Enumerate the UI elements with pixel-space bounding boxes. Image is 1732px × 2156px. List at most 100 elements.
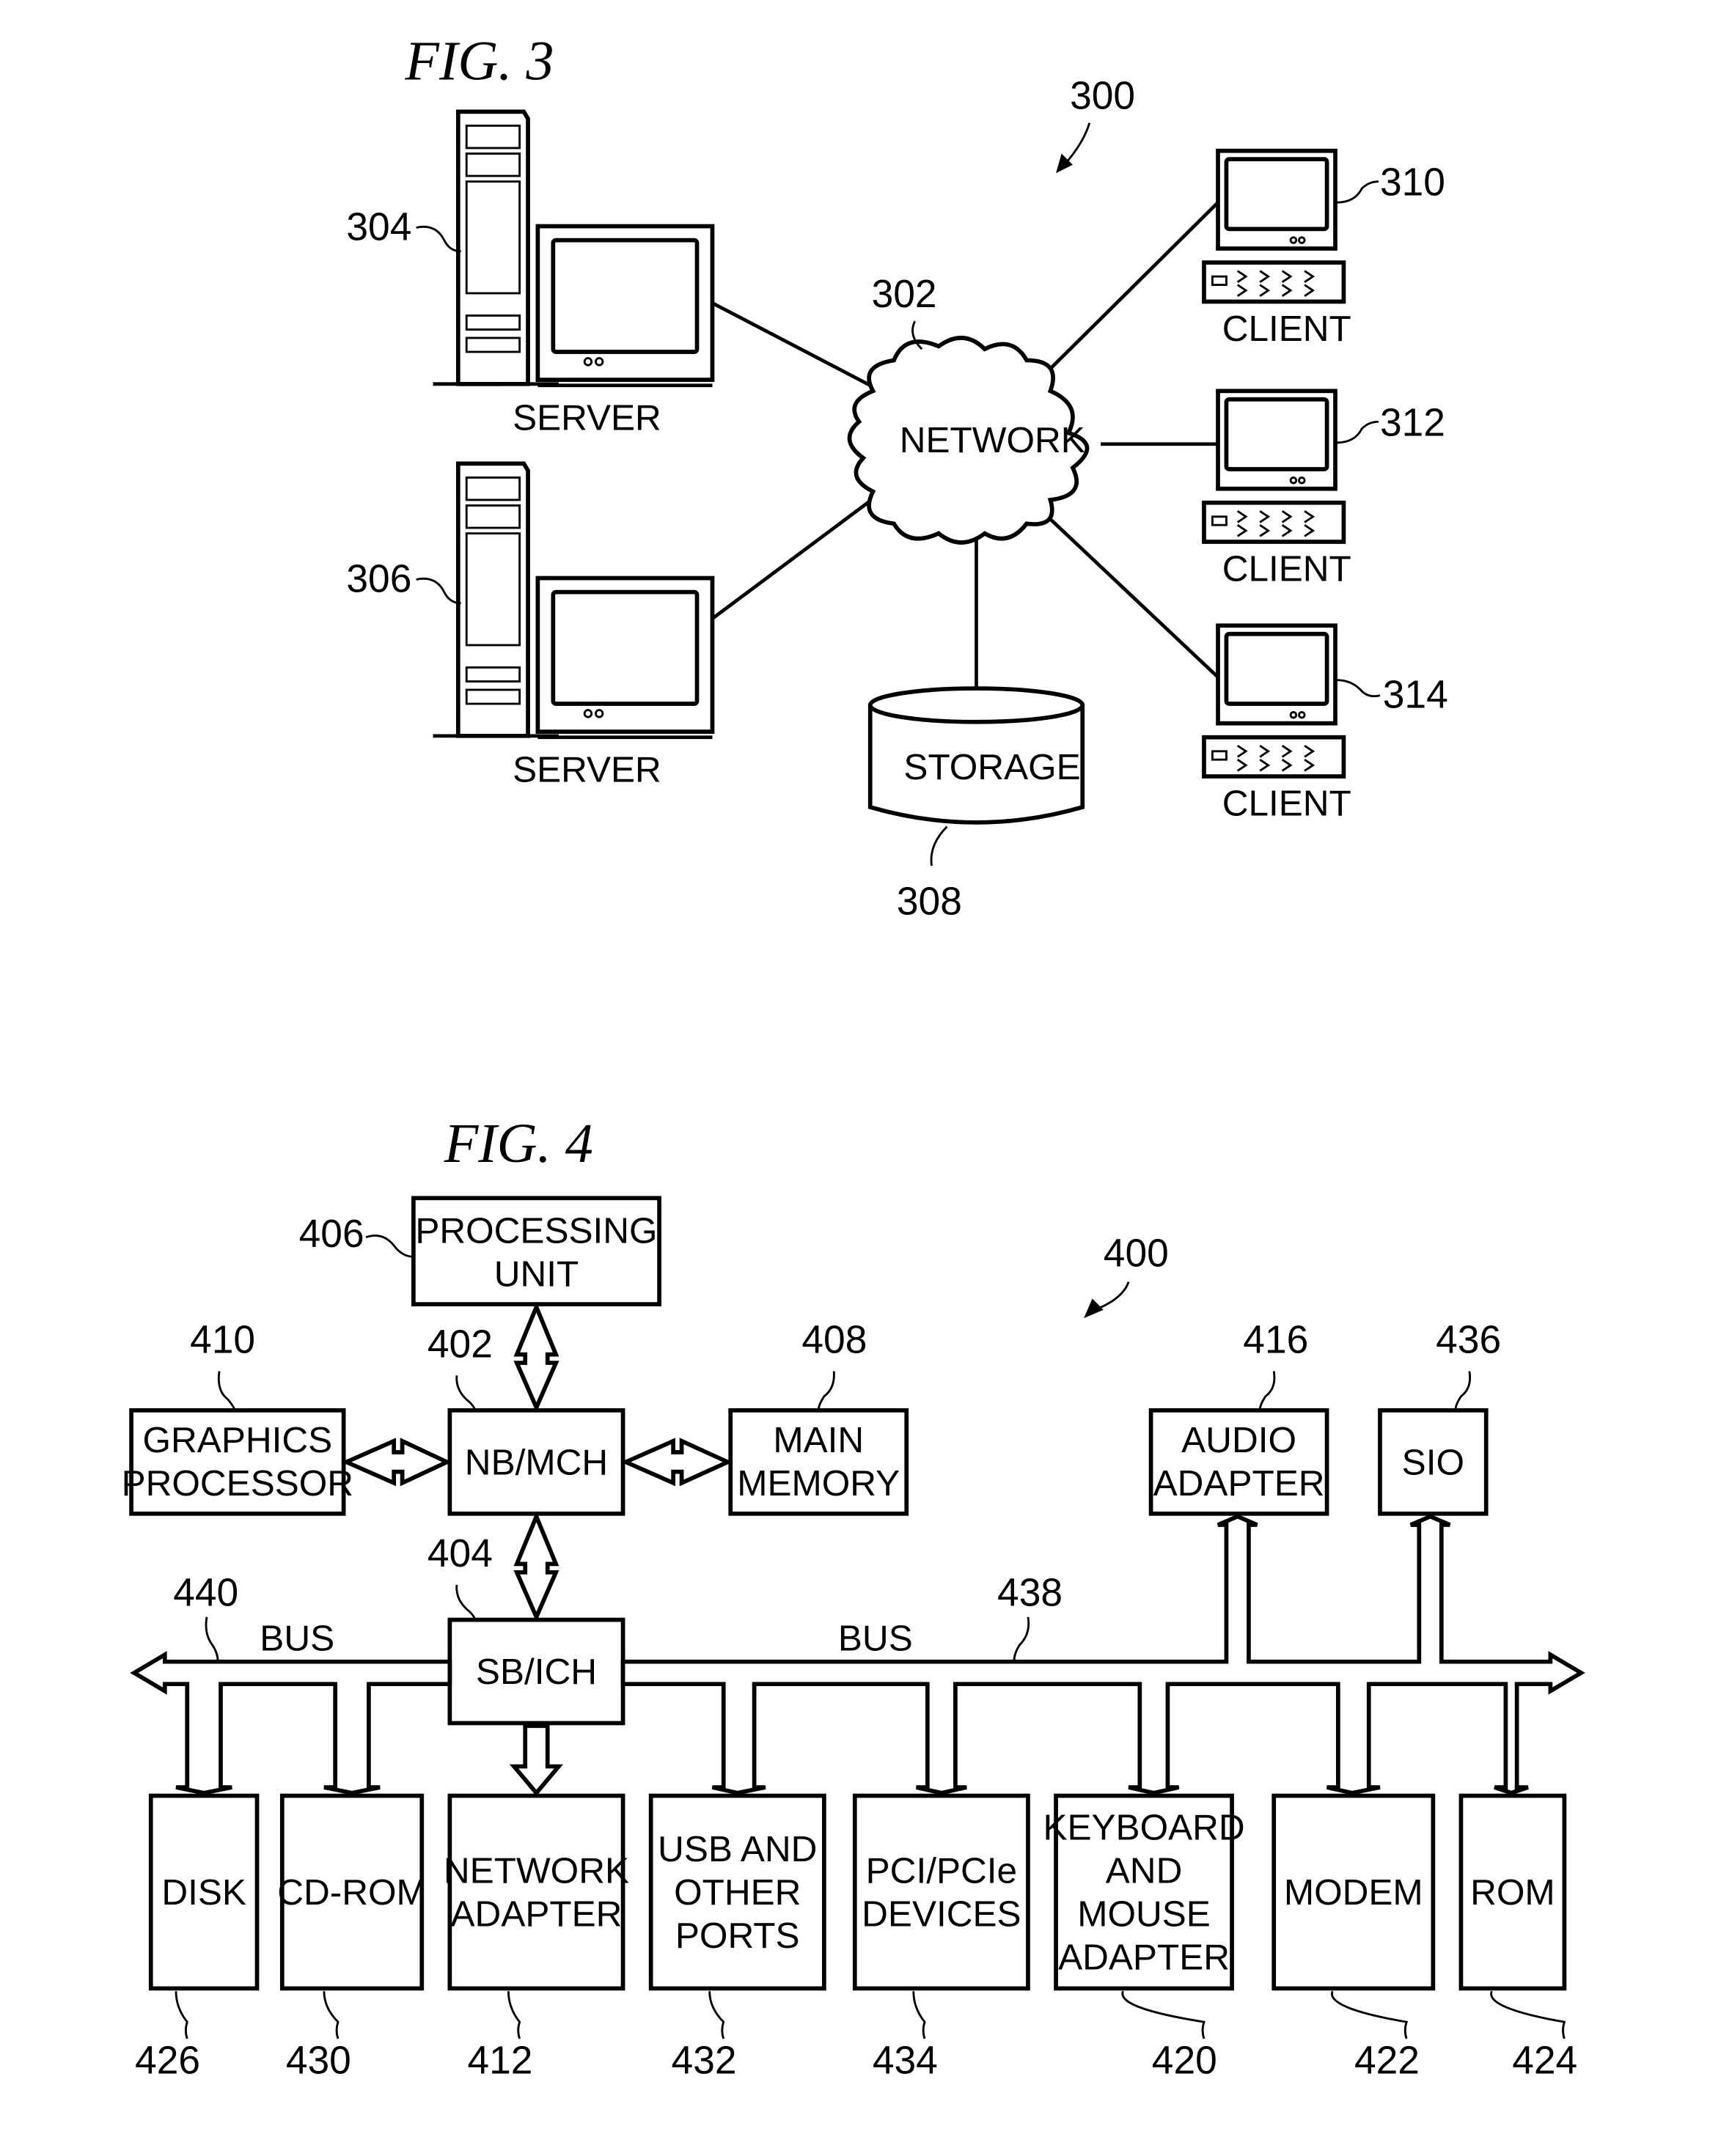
bus-left-label: BUS <box>260 1618 334 1658</box>
leader-306 <box>416 577 461 605</box>
storage-label: STORAGE <box>903 747 1080 787</box>
graphics-label-2: PROCESSOR <box>122 1463 353 1504</box>
fig3-title: FIG. 3 <box>404 31 554 92</box>
ref-300: 300 <box>1070 75 1135 118</box>
leader-402 <box>455 1375 477 1411</box>
leader-304 <box>416 225 461 253</box>
leader-432 <box>708 1991 725 2039</box>
bus-left-arrow <box>130 1651 452 1795</box>
client-label: CLIENT <box>1222 548 1351 589</box>
client-computer-icon <box>1202 623 1346 779</box>
graphics-label-1: GRAPHICS <box>143 1420 333 1460</box>
device-label: DEVICES <box>862 1894 1021 1935</box>
ref-430: 430 <box>286 2039 351 2083</box>
client-310: CLIENT 310 <box>1202 148 1445 349</box>
device-label: DISK <box>161 1872 246 1913</box>
fig4-title: FIG. 4 <box>444 1113 593 1174</box>
ref-426: 426 <box>135 2039 200 2083</box>
leader-314 <box>1336 679 1381 698</box>
leader-436 <box>1454 1371 1472 1410</box>
audio-label-2: ADAPTER <box>1153 1463 1325 1504</box>
device-430: CD-ROM 430 <box>277 1793 427 2083</box>
client-computer-icon <box>1202 389 1346 544</box>
monitor-icon <box>535 224 715 388</box>
audio-label-1: AUDIO <box>1181 1420 1296 1460</box>
leader-426 <box>175 1991 188 2039</box>
audio-adapter-416: AUDIO ADAPTER 416 <box>1148 1319 1329 1516</box>
arrow-nb-sb <box>513 1511 559 1622</box>
client-computer-icon <box>1202 148 1346 304</box>
ref-408: 408 <box>801 1319 867 1362</box>
leader-400 <box>1094 1281 1130 1311</box>
ref-424: 424 <box>1512 2039 1577 2083</box>
main-memory-label-2: MEMORY <box>737 1463 900 1504</box>
processing-unit-label-2: UNIT <box>494 1254 579 1294</box>
leader-300 <box>1063 122 1091 166</box>
patent-figures: FIG. 3 300 SERVER 304 SERVER 306 NETWORK… <box>122 31 1585 2083</box>
device-label: ADAPTER <box>1058 1938 1230 1978</box>
leader-308 <box>930 825 948 867</box>
device-label: OTHER <box>674 1872 801 1913</box>
sio-label: SIO <box>1402 1442 1464 1482</box>
client-label: CLIENT <box>1222 783 1351 823</box>
device-412: NETWORKADAPTER 412 <box>444 1793 629 2083</box>
client-label: CLIENT <box>1222 309 1351 349</box>
arrow-sb-network <box>509 1723 564 1797</box>
ref-420: 420 <box>1152 2039 1217 2083</box>
sio-436: SIO 436 <box>1378 1319 1501 1516</box>
device-426: DISK 426 <box>135 1793 260 2083</box>
ref-422: 422 <box>1354 2039 1420 2083</box>
main-memory-label-1: MAIN <box>773 1420 864 1460</box>
leader-416 <box>1258 1371 1276 1410</box>
link-server1-network <box>711 301 874 389</box>
main-memory-408: MAIN MEMORY 408 <box>728 1319 909 1516</box>
leader-404 <box>455 1584 477 1620</box>
leader-410 <box>217 1371 236 1411</box>
ref-312: 312 <box>1380 401 1445 444</box>
device-434: PCI/PCIeDEVICES 434 <box>852 1793 1030 2083</box>
device-432: USB ANDOTHERPORTS 432 <box>648 1793 826 2083</box>
fig4: FIG. 4 400 PROCESSING UNIT 406 NB/MCH 40… <box>122 1113 1585 2083</box>
device-422: MODEM 422 <box>1272 1793 1436 2083</box>
ref-306: 306 <box>346 558 411 601</box>
arrow-nb-mem <box>620 1438 733 1487</box>
ref-438: 438 <box>997 1572 1063 1615</box>
arrowhead-400 <box>1084 1298 1104 1319</box>
link-network-client3 <box>1043 512 1219 679</box>
server-label: SERVER <box>513 398 661 438</box>
device-box <box>447 1793 625 1991</box>
ref-410: 410 <box>190 1319 255 1362</box>
leader-312 <box>1336 420 1379 444</box>
server-306: SERVER 306 <box>346 461 715 790</box>
network-label: NETWORK <box>900 420 1085 460</box>
device-424: ROM 424 <box>1458 1793 1577 2083</box>
leader-310 <box>1336 180 1379 204</box>
leader-424 <box>1490 1990 1566 2039</box>
device-label: PORTS <box>675 1916 800 1956</box>
leader-430 <box>323 1991 340 2039</box>
ref-308: 308 <box>897 880 962 924</box>
device-label: MODEM <box>1284 1872 1423 1913</box>
ref-304: 304 <box>346 206 411 249</box>
processing-unit-406: PROCESSING UNIT 406 <box>299 1196 661 1306</box>
ref-436: 436 <box>1436 1319 1501 1362</box>
arrow-gfx-nb <box>341 1438 452 1487</box>
ref-310: 310 <box>1380 161 1445 205</box>
ref-440: 440 <box>173 1572 238 1615</box>
ref-404: 404 <box>428 1532 493 1575</box>
ref-406: 406 <box>299 1213 364 1256</box>
device-label: PCI/PCIe <box>866 1851 1017 1891</box>
ref-302: 302 <box>872 273 937 316</box>
sb-ich-label: SB/ICH <box>476 1652 597 1692</box>
device-420: KEYBOARDANDMOUSEADAPTER 420 <box>1043 1793 1245 2083</box>
device-box <box>852 1793 1030 1991</box>
device-label: AND <box>1106 1851 1183 1891</box>
storage-308: STORAGE 308 <box>867 686 1085 924</box>
device-label: KEYBOARD <box>1043 1808 1244 1848</box>
ref-314: 314 <box>1383 674 1448 717</box>
monitor-icon <box>535 575 715 740</box>
device-label: ROM <box>1470 1872 1555 1913</box>
fig3: FIG. 3 300 SERVER 304 SERVER 306 NETWORK… <box>346 31 1447 924</box>
device-row: DISK 426 CD-ROM430NETWORKADAPTER412USB AND… <box>135 1793 1577 2083</box>
leader-434 <box>912 1991 926 2039</box>
